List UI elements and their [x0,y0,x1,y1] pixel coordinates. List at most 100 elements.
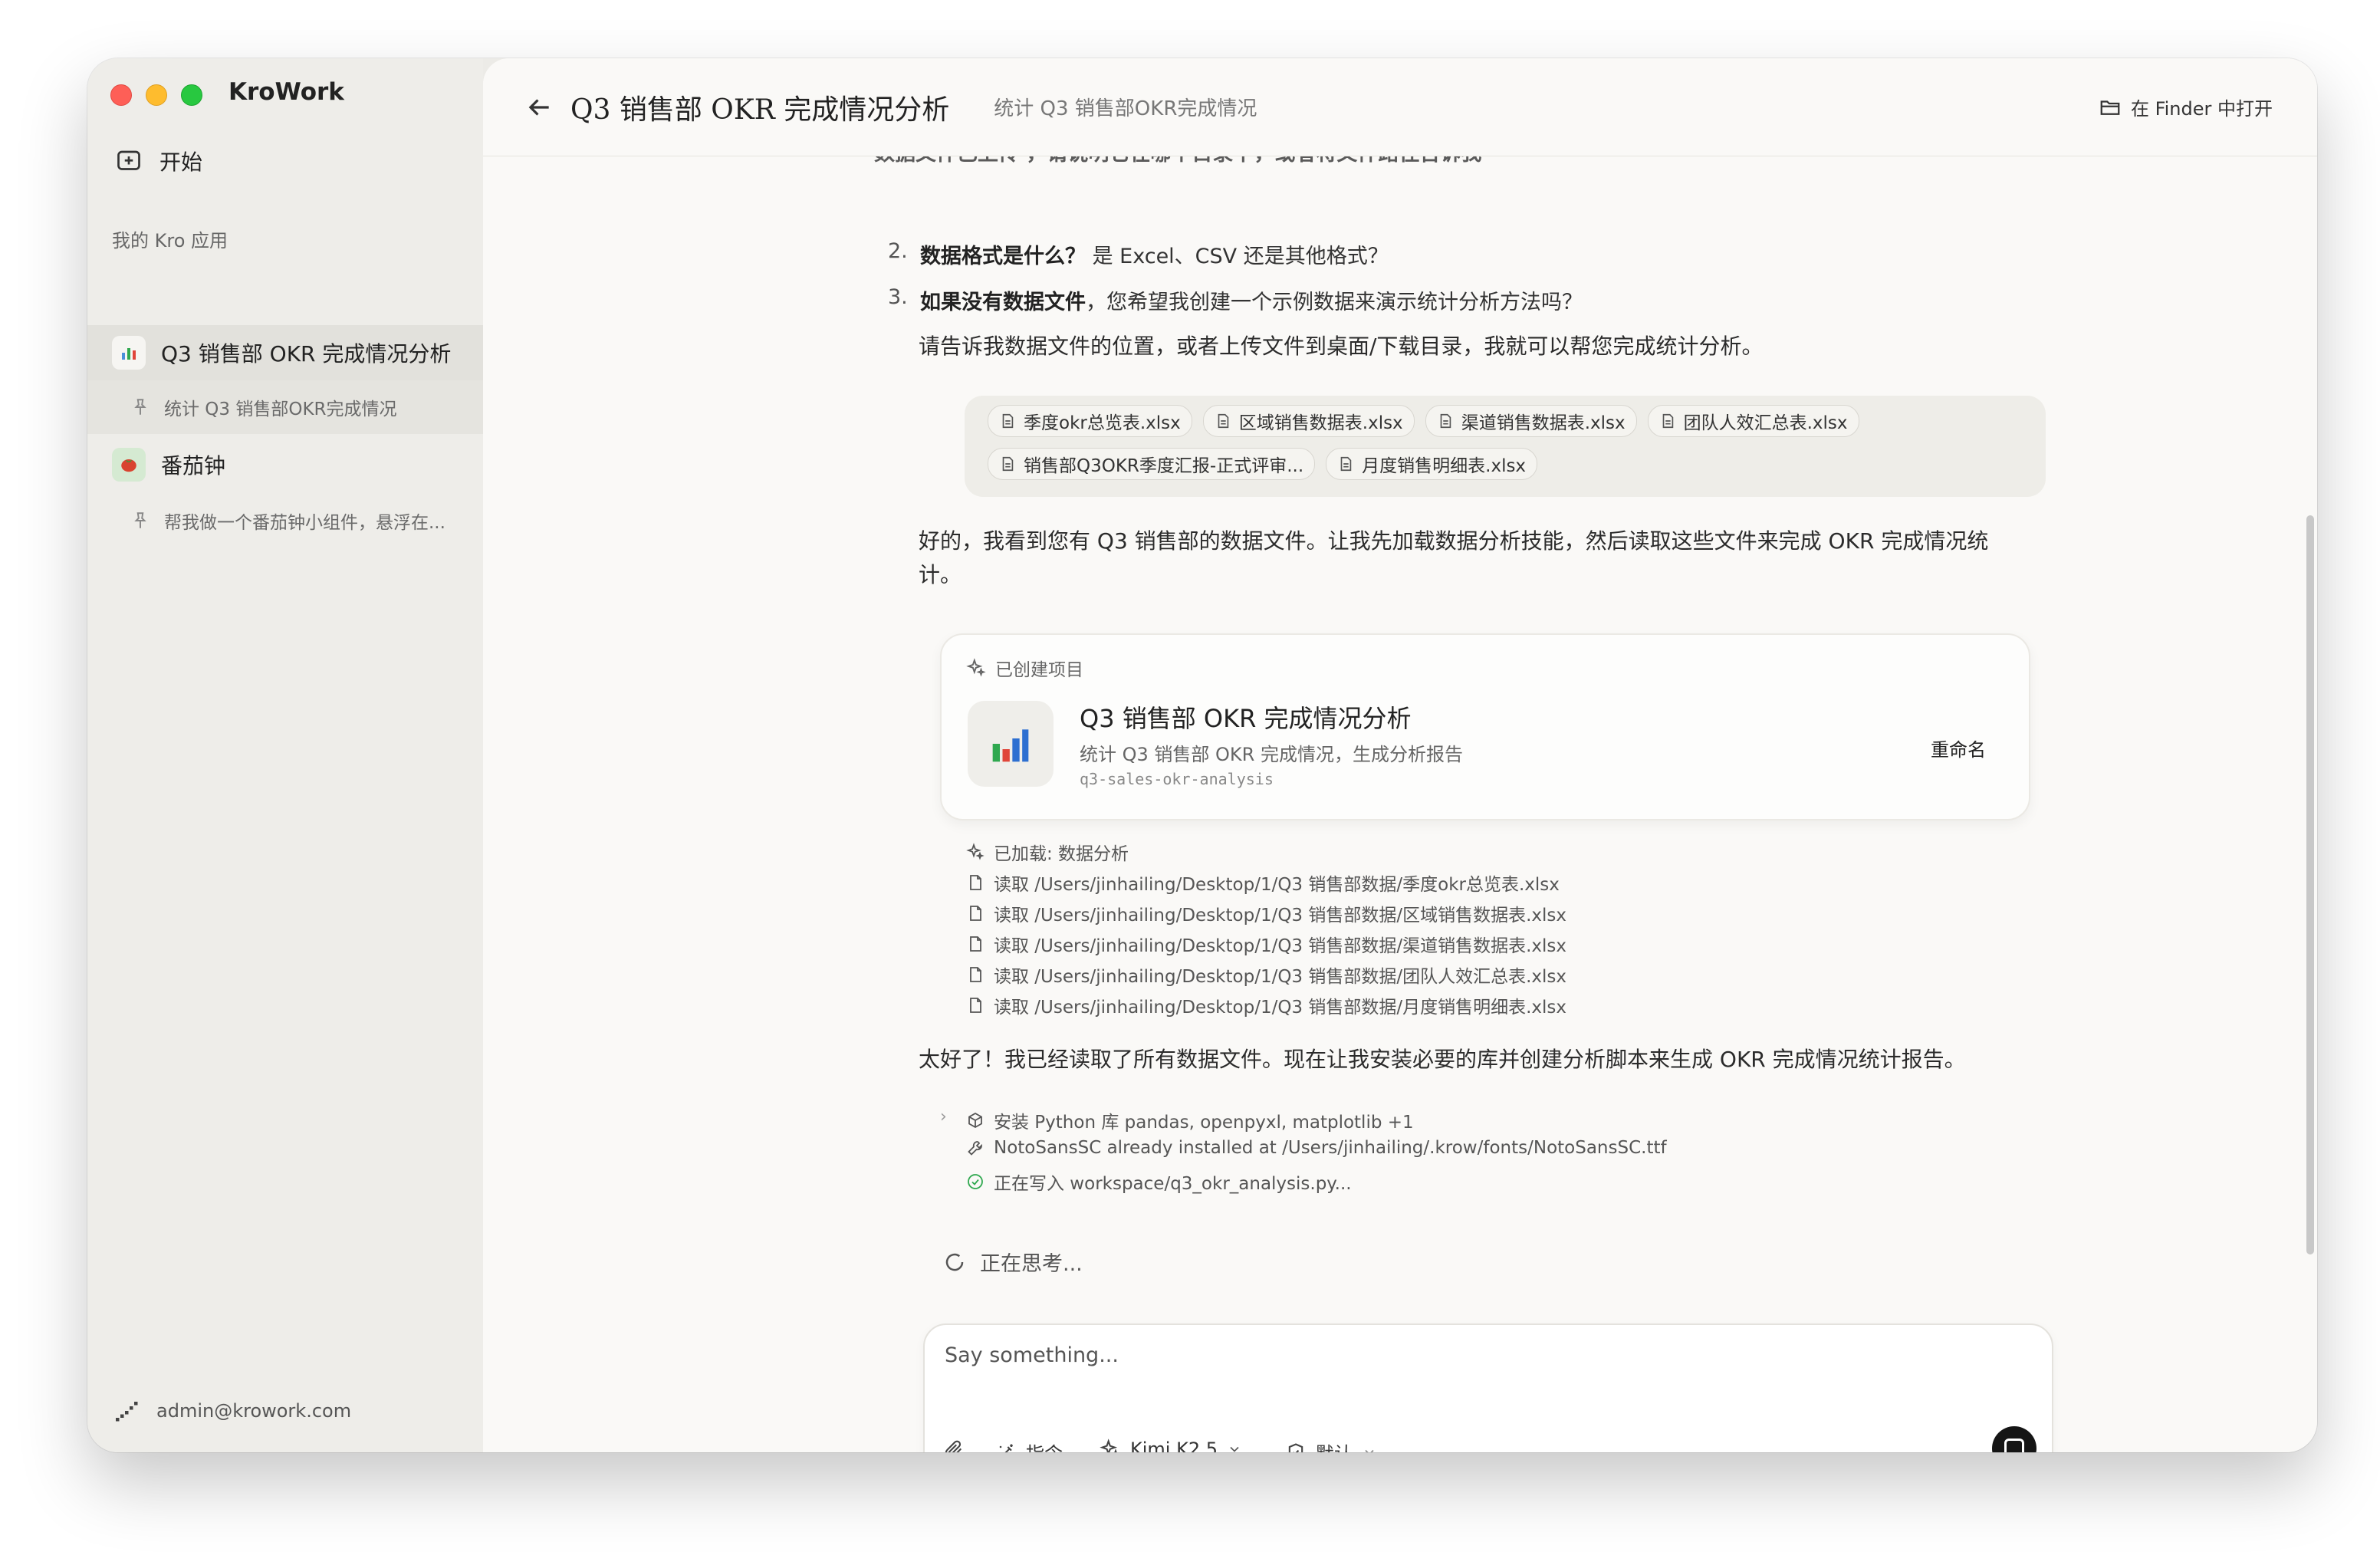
account-menu[interactable]: admin@krowork.com [113,1397,351,1425]
minimize-window-button[interactable] [146,84,167,106]
project-slug: q3-sales-okr-analysis [1080,770,1274,788]
file-icon [970,967,981,982]
permission-selector[interactable]: 默认 [1285,1439,1377,1452]
file-name: 销售部Q3OKR季度汇报-正式评审... [1024,456,1304,476]
list-item: 2. 数据格式是什么？ 是 Excel、CSV 还是其他格式？ [888,239,1389,269]
sidebar-item-pomodoro[interactable]: 番茄钟 [87,437,483,492]
message-composer: 指令 Kimi K2.5 默认 [923,1323,2053,1452]
close-window-button[interactable] [110,84,132,106]
sparkle-icon [966,843,985,860]
project-card-header: 已创建项目 [966,655,1083,681]
start-button[interactable]: 开始 [115,146,202,176]
package-icon [968,1112,982,1129]
back-arrow-icon[interactable] [524,93,554,122]
document-icon [1340,456,1352,472]
sidebar-item-q3-okr[interactable]: Q3 销售部 OKR 完成情况分析 [87,325,483,380]
file-icon [970,998,981,1013]
step-text: 读取 /Users/jinhailing/Desktop/1/Q3 销售部数据/… [994,906,1567,926]
stop-icon [2004,1439,2024,1452]
assistant-message: 太好了！我已经读取了所有数据文件。现在让我安装必要的库并创建分析脚本来生成 OK… [919,1047,1966,1072]
rename-button[interactable]: 重命名 [1931,735,1986,761]
message-input[interactable] [945,1343,1941,1367]
window-controls [110,84,202,106]
project-title: Q3 销售部 OKR 完成情况分析 [1080,704,1412,733]
step-text: 读取 /Users/jinhailing/Desktop/1/Q3 销售部数据/… [994,875,1560,895]
model-label: Kimi K2.5 [1130,1439,1218,1452]
file-icon [970,875,981,890]
project-card-label: 已创建项目 [995,660,1083,680]
stop-button[interactable] [1992,1426,2036,1452]
command-label: 指令 [1026,1439,1063,1452]
tool-action: 正在写入 workspace/q3_okr_analysis.py... [966,1169,1352,1195]
app-window: KroWork 开始 我的 Kro 应用 Q3 销售部 OKR 完成情况分析 统… [87,58,2317,1452]
command-button[interactable]: 指令 [995,1439,1063,1452]
list-item: 3. 如果没有数据文件，您希望我创建一个示例数据来演示统计分析方法吗？ [888,285,1583,315]
section-label: 我的 Kro 应用 [112,230,228,252]
app-name: KroWork [228,78,344,106]
action-text: 正在写入 workspace/q3_okr_analysis.py... [994,1174,1352,1194]
bar-chart-icon [968,701,1054,787]
open-in-finder-button[interactable]: 在 Finder 中打开 [2099,94,2273,120]
model-selector[interactable]: Kimi K2.5 [1100,1439,1242,1452]
zoom-window-button[interactable] [181,84,202,106]
step-text: 读取 /Users/jinhailing/Desktop/1/Q3 销售部数据/… [994,967,1567,987]
tool-step: 读取 /Users/jinhailing/Desktop/1/Q3 销售部数据/… [966,900,1566,926]
chevron-right-icon[interactable]: › [940,1107,947,1126]
folder-open-icon [2100,100,2120,115]
file-icon [970,936,981,952]
document-icon [1662,413,1673,429]
page-title: Q3 销售部 OKR 完成情况分析 [570,94,950,126]
pin-icon [134,399,146,415]
page-subtitle: 统计 Q3 销售部OKR完成情况 [994,97,1257,120]
check-circle-icon [968,1174,983,1189]
chevron-down-icon [1365,1449,1374,1452]
thinking-indicator: 正在思考... [943,1247,1083,1277]
document-icon [1002,413,1014,429]
file-name: 团队人效汇总表.xlsx [1683,413,1848,433]
file-name: 渠道销售数据表.xlsx [1461,413,1626,433]
file-chip[interactable]: 渠道销售数据表.xlsx [1425,405,1637,437]
file-chip[interactable]: 区域销售数据表.xlsx [1202,405,1415,437]
chevron-down-icon [1230,1446,1239,1452]
sidebar-item-label: 番茄钟 [161,453,226,478]
file-chip[interactable]: 团队人效汇总表.xlsx [1647,405,1859,437]
file-chip[interactable]: 销售部Q3OKR季度汇报-正式评审... [988,448,1316,480]
file-chip[interactable]: 季度okr总览表.xlsx [988,405,1192,437]
list-bold: 如果没有数据文件 [920,291,1086,314]
assistant-message: 好的，我看到您有 Q3 销售部的数据文件。让我先加载数据分析技能，然后读取这些文… [919,528,1989,587]
list-number: 2. [888,239,908,263]
tool-step: 读取 /Users/jinhailing/Desktop/1/Q3 销售部数据/… [966,870,1560,896]
paperclip-icon [945,1440,962,1452]
sparkle-icon [1100,1439,1118,1452]
sidebar-subitem-q3-task[interactable]: 统计 Q3 销售部OKR完成情况 [87,380,483,434]
chat-content: 数据文件已上传 ，请说明它在哪个目录下，或者将文件路径告诉我 2.数据格式是什么… [483,142,2317,1452]
start-label: 开始 [159,150,203,175]
thinking-text: 正在思考... [980,1252,1083,1276]
signal-icon [116,1402,138,1422]
attach-button[interactable] [943,1439,965,1452]
list-text: 是 Excel、CSV 还是其他格式？ [1086,245,1389,268]
tool-action[interactable]: 安装 Python 库 pandas, openpyxl, matplotlib… [966,1107,1414,1133]
file-chip[interactable]: 月度销售明细表.xlsx [1326,448,1538,480]
sidebar-subitem-label: 统计 Q3 销售部OKR完成情况 [164,400,397,419]
sidebar-subitem-pomodoro-task[interactable]: 帮我做一个番茄钟小组件，悬浮在... [87,494,483,547]
header: Q3 销售部 OKR 完成情况分析 统计 Q3 销售部OKR完成情况 在 Fin… [483,58,2317,156]
sidebar-item-label: Q3 销售部 OKR 完成情况分析 [161,341,452,367]
spinner-icon [945,1253,964,1271]
step-text: 已加载: 数据分析 [994,844,1129,864]
list-bold: 数据格式是什么？ [920,245,1086,268]
action-text: NotoSansSC already installed at /Users/j… [994,1138,1667,1158]
document-icon [1440,413,1451,429]
tool-action: NotoSansSC already installed at /Users/j… [966,1138,1667,1158]
action-text: 安装 Python 库 pandas, openpyxl, matplotlib… [994,1113,1414,1133]
file-name: 月度销售明细表.xlsx [1362,456,1527,476]
tomato-icon [112,448,146,482]
list-text: ，您希望我创建一个示例数据来演示统计分析方法吗？ [1086,291,1583,314]
file-name: 区域销售数据表.xlsx [1238,413,1403,433]
document-icon [1218,413,1229,429]
tool-step: 读取 /Users/jinhailing/Desktop/1/Q3 销售部数据/… [966,962,1566,988]
step-text: 读取 /Users/jinhailing/Desktop/1/Q3 销售部数据/… [994,998,1567,1018]
tool-step: 读取 /Users/jinhailing/Desktop/1/Q3 销售部数据/… [966,992,1566,1018]
tool-step: 读取 /Users/jinhailing/Desktop/1/Q3 销售部数据/… [966,931,1566,957]
main-panel: Q3 销售部 OKR 完成情况分析 统计 Q3 销售部OKR完成情况 在 Fin… [483,58,2317,1452]
